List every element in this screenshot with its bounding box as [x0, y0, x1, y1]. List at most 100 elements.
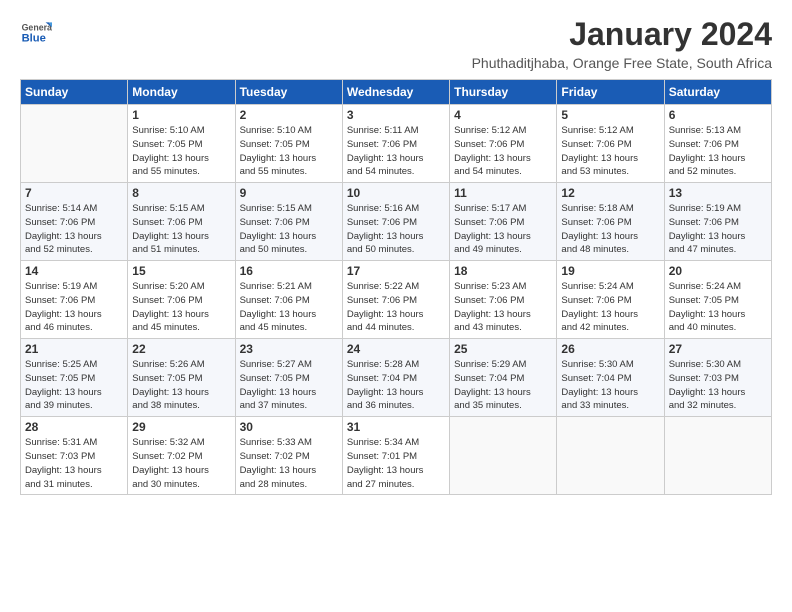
day-cell [664, 417, 771, 495]
day-number: 13 [669, 186, 767, 200]
day-cell: 16 Sunrise: 5:21 AMSunset: 7:06 PMDayligh… [235, 261, 342, 339]
day-cell: 21Sunrise: 5:25 AMSunset: 7:05 PMDayligh… [21, 339, 128, 417]
day-cell [21, 105, 128, 183]
day-cell: 15 Sunrise: 5:20 AMSunset: 7:06 PMDayligh… [128, 261, 235, 339]
column-header-monday: Monday [128, 80, 235, 105]
day-number: 1 [132, 108, 230, 122]
header-row: SundayMondayTuesdayWednesdayThursdayFrid… [21, 80, 772, 105]
day-number: 28 [25, 420, 123, 434]
title-section: January 2024 Phuthaditjhaba, Orange Free… [472, 16, 772, 71]
day-number: 20 [669, 264, 767, 278]
day-cell: 10Sunrise: 5:16 AMSunset: 7:06 PMDayligh… [342, 183, 449, 261]
column-header-friday: Friday [557, 80, 664, 105]
day-cell: 9 Sunrise: 5:15 AMSunset: 7:06 PMDaylight… [235, 183, 342, 261]
day-detail: Sunrise: 5:18 AMSunset: 7:06 PMDaylight:… [561, 202, 659, 257]
day-cell: 24 Sunrise: 5:28 AMSunset: 7:04 PMDayligh… [342, 339, 449, 417]
day-number: 8 [132, 186, 230, 200]
day-detail: Sunrise: 5:17 AMSunset: 7:06 PMDaylight:… [454, 202, 552, 257]
day-detail: Sunrise: 5:31 AMSunset: 7:03 PMDaylight:… [25, 436, 123, 491]
day-number: 22 [132, 342, 230, 356]
day-number: 2 [240, 108, 338, 122]
day-cell: 4Sunrise: 5:12 AMSunset: 7:06 PMDaylight… [450, 105, 557, 183]
day-cell: 22 Sunrise: 5:26 AMSunset: 7:05 PMDayligh… [128, 339, 235, 417]
logo: General Blue [20, 16, 56, 48]
day-detail: Sunrise: 5:34 AMSunset: 7:01 PMDaylight:… [347, 436, 445, 491]
day-detail: Sunrise: 5:26 AMSunset: 7:05 PMDaylight:… [132, 358, 230, 413]
day-cell: 13 Sunrise: 5:19 AMSunset: 7:06 PMDayligh… [664, 183, 771, 261]
day-number: 17 [347, 264, 445, 278]
svg-text:Blue: Blue [22, 33, 46, 45]
day-number: 5 [561, 108, 659, 122]
day-number: 7 [25, 186, 123, 200]
day-detail: Sunrise: 5:28 AMSunset: 7:04 PMDaylight:… [347, 358, 445, 413]
day-number: 9 [240, 186, 338, 200]
day-detail: Sunrise: 5:15 AMSunset: 7:06 PMDaylight:… [240, 202, 338, 257]
day-detail: Sunrise: 5:33 AMSunset: 7:02 PMDaylight:… [240, 436, 338, 491]
subtitle: Phuthaditjhaba, Orange Free State, South… [472, 55, 772, 71]
day-detail: Sunrise: 5:12 AMSunset: 7:06 PMDaylight:… [454, 124, 552, 179]
day-cell: 1 Sunrise: 5:10 AMSunset: 7:05 PMDaylight… [128, 105, 235, 183]
day-number: 25 [454, 342, 552, 356]
column-header-saturday: Saturday [664, 80, 771, 105]
day-cell: 12 Sunrise: 5:18 AMSunset: 7:06 PMDayligh… [557, 183, 664, 261]
day-cell: 8 Sunrise: 5:15 AMSunset: 7:06 PMDaylight… [128, 183, 235, 261]
day-detail: Sunrise: 5:23 AMSunset: 7:06 PMDaylight:… [454, 280, 552, 335]
day-detail: Sunrise: 5:27 AMSunset: 7:05 PMDaylight:… [240, 358, 338, 413]
day-number: 30 [240, 420, 338, 434]
day-cell: 28 Sunrise: 5:31 AMSunset: 7:03 PMDayligh… [21, 417, 128, 495]
page-container: General Blue January 2024 Phuthaditjhaba… [0, 0, 792, 515]
calendar-table: SundayMondayTuesdayWednesdayThursdayFrid… [20, 79, 772, 495]
day-number: 11 [454, 186, 552, 200]
day-detail: Sunrise: 5:29 AMSunset: 7:04 PMDaylight:… [454, 358, 552, 413]
day-number: 15 [132, 264, 230, 278]
day-number: 29 [132, 420, 230, 434]
day-detail: Sunrise: 5:15 AMSunset: 7:06 PMDaylight:… [132, 202, 230, 257]
day-number: 31 [347, 420, 445, 434]
week-row-1: 1 Sunrise: 5:10 AMSunset: 7:05 PMDaylight… [21, 105, 772, 183]
day-detail: Sunrise: 5:16 AMSunset: 7:06 PMDaylight:… [347, 202, 445, 257]
day-detail: Sunrise: 5:10 AMSunset: 7:05 PMDaylight:… [132, 124, 230, 179]
logo-icon: General Blue [20, 16, 52, 48]
day-cell: 18Sunrise: 5:23 AMSunset: 7:06 PMDayligh… [450, 261, 557, 339]
week-row-5: 28 Sunrise: 5:31 AMSunset: 7:03 PMDayligh… [21, 417, 772, 495]
header: General Blue January 2024 Phuthaditjhaba… [20, 16, 772, 71]
day-detail: Sunrise: 5:14 AMSunset: 7:06 PMDaylight:… [25, 202, 123, 257]
day-number: 27 [669, 342, 767, 356]
day-cell: 14Sunrise: 5:19 AMSunset: 7:06 PMDayligh… [21, 261, 128, 339]
day-cell [557, 417, 664, 495]
day-cell: 19 Sunrise: 5:24 AMSunset: 7:06 PMDayligh… [557, 261, 664, 339]
day-cell: 29 Sunrise: 5:32 AMSunset: 7:02 PMDayligh… [128, 417, 235, 495]
day-detail: Sunrise: 5:25 AMSunset: 7:05 PMDaylight:… [25, 358, 123, 413]
day-detail: Sunrise: 5:32 AMSunset: 7:02 PMDaylight:… [132, 436, 230, 491]
day-number: 24 [347, 342, 445, 356]
day-cell: 6Sunrise: 5:13 AMSunset: 7:06 PMDaylight… [664, 105, 771, 183]
day-number: 6 [669, 108, 767, 122]
column-header-tuesday: Tuesday [235, 80, 342, 105]
day-detail: Sunrise: 5:12 AMSunset: 7:06 PMDaylight:… [561, 124, 659, 179]
day-number: 12 [561, 186, 659, 200]
day-cell: 2Sunrise: 5:10 AMSunset: 7:05 PMDaylight… [235, 105, 342, 183]
day-detail: Sunrise: 5:30 AMSunset: 7:04 PMDaylight:… [561, 358, 659, 413]
day-detail: Sunrise: 5:30 AMSunset: 7:03 PMDaylight:… [669, 358, 767, 413]
day-number: 16 [240, 264, 338, 278]
day-detail: Sunrise: 5:20 AMSunset: 7:06 PMDaylight:… [132, 280, 230, 335]
day-cell: 23 Sunrise: 5:27 AMSunset: 7:05 PMDayligh… [235, 339, 342, 417]
day-cell: 25 Sunrise: 5:29 AMSunset: 7:04 PMDayligh… [450, 339, 557, 417]
day-number: 23 [240, 342, 338, 356]
day-detail: Sunrise: 5:19 AMSunset: 7:06 PMDaylight:… [669, 202, 767, 257]
day-cell: 20Sunrise: 5:24 AMSunset: 7:05 PMDayligh… [664, 261, 771, 339]
day-number: 14 [25, 264, 123, 278]
day-number: 3 [347, 108, 445, 122]
day-cell: 31 Sunrise: 5:34 AMSunset: 7:01 PMDayligh… [342, 417, 449, 495]
day-cell: 7 Sunrise: 5:14 AMSunset: 7:06 PMDaylight… [21, 183, 128, 261]
column-header-thursday: Thursday [450, 80, 557, 105]
column-header-sunday: Sunday [21, 80, 128, 105]
day-cell [450, 417, 557, 495]
day-detail: Sunrise: 5:24 AMSunset: 7:06 PMDaylight:… [561, 280, 659, 335]
week-row-2: 7 Sunrise: 5:14 AMSunset: 7:06 PMDaylight… [21, 183, 772, 261]
day-number: 19 [561, 264, 659, 278]
week-row-4: 21Sunrise: 5:25 AMSunset: 7:05 PMDayligh… [21, 339, 772, 417]
day-detail: Sunrise: 5:21 AMSunset: 7:06 PMDaylight:… [240, 280, 338, 335]
day-detail: Sunrise: 5:11 AMSunset: 7:06 PMDaylight:… [347, 124, 445, 179]
column-header-wednesday: Wednesday [342, 80, 449, 105]
